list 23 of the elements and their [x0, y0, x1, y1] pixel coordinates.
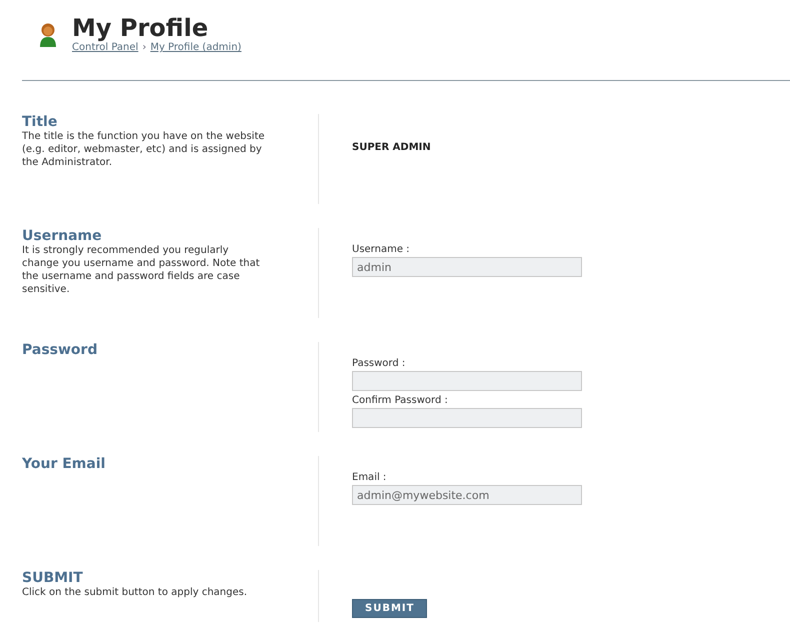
breadcrumb-link[interactable]: My Profile (admin)	[150, 42, 242, 53]
input-field[interactable]	[352, 371, 582, 391]
field-label: Password :	[352, 358, 406, 369]
page-title: My Profile	[72, 14, 210, 42]
section-heading: Title	[22, 114, 58, 130]
section-description: The title is the function you have on the website (e.g. editor, webmaster, etc) and is assigned by the Administrator.	[22, 130, 266, 169]
submit-button[interactable]: SUBMIT	[352, 599, 428, 618]
field-label: Username :	[352, 244, 411, 255]
section-description: It is strongly recommended you regularly change you username and password. Note that the username and password fields are case sensitive.	[22, 244, 261, 296]
breadcrumb-separator: ›	[142, 42, 146, 53]
section-description: Click on the submit button to apply changes.	[22, 586, 248, 599]
breadcrumb-link[interactable]: Control Panel	[72, 42, 138, 53]
section-heading: Your Email	[22, 456, 106, 472]
section-heading: Username	[22, 228, 103, 244]
title-value: SUPER ADMIN	[352, 142, 431, 153]
input-field[interactable]: admin	[352, 257, 582, 277]
field-label: Email :	[352, 472, 388, 483]
user-icon	[38, 22, 58, 48]
input-field[interactable]: admin@mywebsite.com	[352, 485, 582, 505]
section-heading: SUBMIT	[22, 570, 84, 586]
input-field[interactable]	[352, 408, 582, 428]
field-label: Confirm Password :	[352, 395, 449, 406]
section-heading: Password	[22, 342, 98, 358]
